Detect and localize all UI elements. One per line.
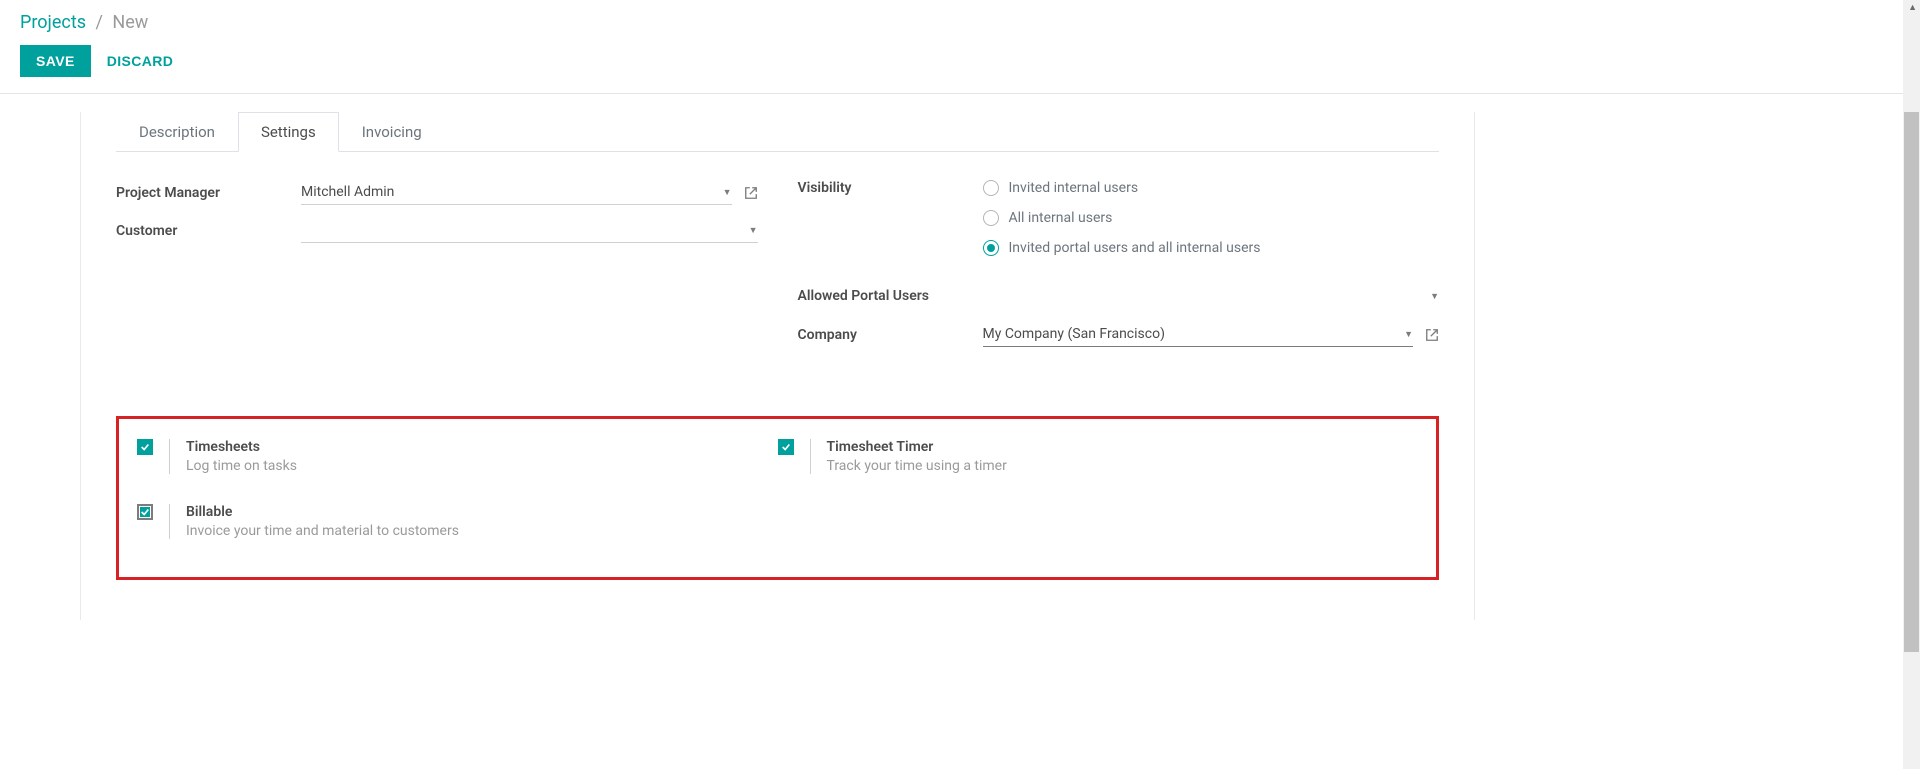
checkbox-timesheets[interactable] [137,439,153,455]
tab-invoicing[interactable]: Invoicing [339,112,445,151]
tab-description[interactable]: Description [116,112,238,151]
allowed-portal-users-label: Allowed Portal Users [798,288,983,304]
option-billable: Billable Invoice your time and material … [137,504,778,539]
option-timesheet-timer-desc: Track your time using a timer [827,458,1007,474]
visibility-radio-invited-portal[interactable]: Invited portal users and all internal us… [983,240,1440,256]
scroll-arrow-up-icon: ▲ [1908,2,1917,13]
tab-settings[interactable]: Settings [238,112,339,152]
form-right-column: Visibility Invited internal users All in… [798,180,1440,361]
caret-down-icon: ▼ [723,187,732,198]
customer-select[interactable]: ▼ [301,219,758,243]
caret-down-icon: ▼ [1430,291,1439,302]
checkbox-billable[interactable] [137,504,153,520]
option-billable-desc: Invoice your time and material to custom… [186,523,459,539]
breadcrumb-current: New [112,12,148,33]
radio-icon-checked [983,240,999,256]
scrollbar-thumb[interactable] [1904,112,1919,652]
customer-label: Customer [116,223,301,239]
checkbox-timesheet-timer[interactable] [778,439,794,455]
form-left-column: Project Manager Mitchell Admin ▼ Custome… [116,180,758,361]
action-buttons: SAVE DISCARD [0,41,1920,94]
option-timesheets-desc: Log time on tasks [186,458,297,474]
radio-icon [983,180,999,196]
breadcrumb-root-link[interactable]: Projects [20,12,86,33]
breadcrumb-separator: / [89,12,108,33]
breadcrumb: Projects / New [0,0,1920,41]
options-highlight-block: Timesheets Log time on tasks Timesheet T… [116,416,1439,580]
allowed-portal-users-select[interactable]: ▼ [983,284,1440,308]
visibility-radio-invited-internal[interactable]: Invited internal users [983,180,1440,196]
tab-bar: Description Settings Invoicing [116,112,1439,152]
discard-button[interactable]: DISCARD [107,53,174,69]
save-button[interactable]: SAVE [20,45,91,77]
option-billable-title: Billable [186,504,459,520]
option-timesheet-timer: Timesheet Timer Track your time using a … [778,439,1419,474]
project-manager-label: Project Manager [116,185,301,201]
project-manager-select[interactable]: Mitchell Admin ▼ [301,180,732,205]
form-sheet: Description Settings Invoicing Project M… [80,112,1475,620]
external-link-icon[interactable] [1425,328,1439,342]
option-timesheets: Timesheets Log time on tasks [137,439,778,474]
visibility-label: Visibility [798,180,983,196]
option-timesheets-title: Timesheets [186,439,297,455]
radio-icon [983,210,999,226]
caret-down-icon: ▼ [1404,329,1413,340]
visibility-radio-all-internal[interactable]: All internal users [983,210,1440,226]
company-label: Company [798,327,983,343]
vertical-scrollbar[interactable]: ▲ [1903,0,1920,769]
caret-down-icon: ▼ [749,225,758,236]
company-select[interactable]: My Company (San Francisco) ▼ [983,322,1414,347]
option-timesheet-timer-title: Timesheet Timer [827,439,1007,455]
external-link-icon[interactable] [744,186,758,200]
